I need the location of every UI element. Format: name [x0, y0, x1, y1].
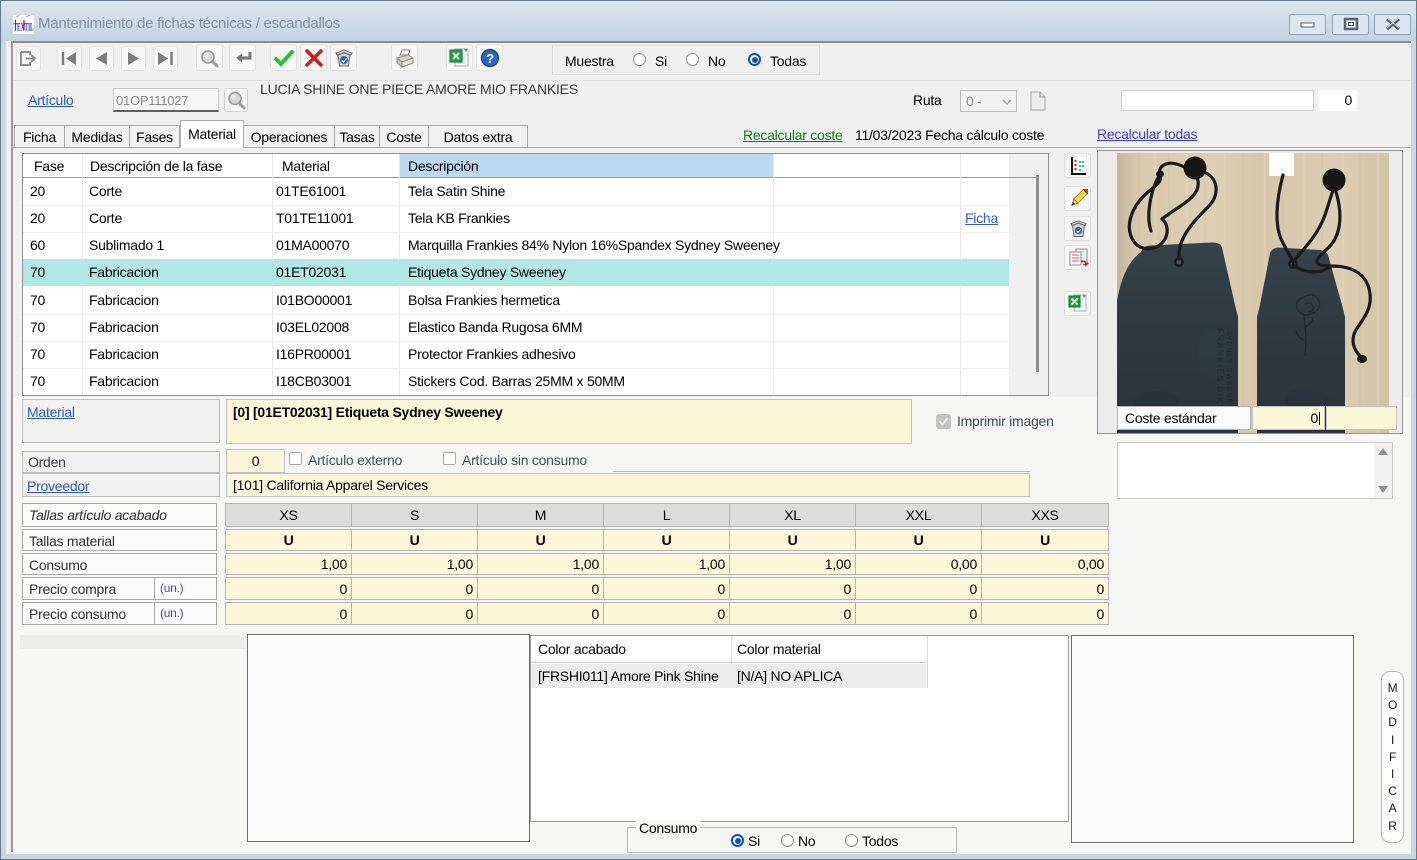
- svg-text:?: ?: [486, 51, 494, 66]
- svg-text:SYDNEY SWEENEY: SYDNEY SWEENEY: [1225, 330, 1232, 410]
